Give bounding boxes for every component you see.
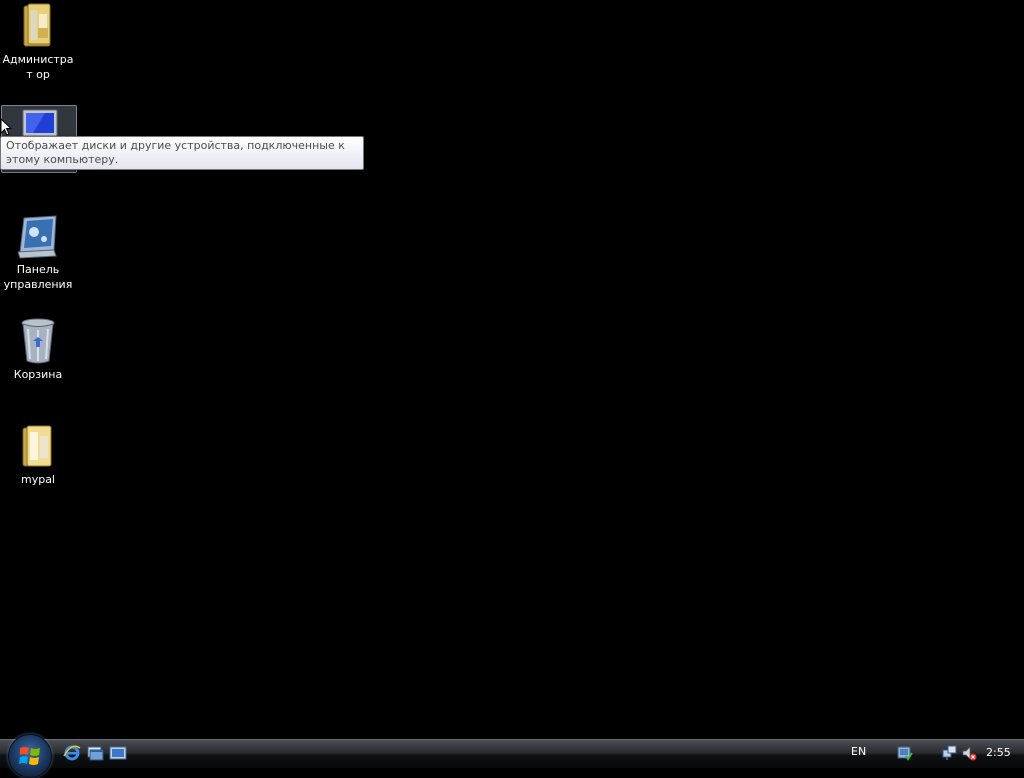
desktop-icon-label: Панель управления [3,263,73,291]
show-desktop-icon[interactable] [109,744,127,762]
start-button[interactable] [8,734,52,778]
user-folder-icon [23,3,51,47]
internet-explorer-icon[interactable] [63,744,81,762]
language-indicator[interactable]: EN [851,745,866,758]
tooltip: Отображает диски и другие устройства, по… [0,136,364,170]
folder-icon [22,425,52,467]
windows-logo-icon [19,747,40,765]
network-icon[interactable] [942,745,958,761]
taskbar: EN 2:55 [0,734,1024,778]
desktop-icon-label: Корзина [13,368,63,381]
volume-muted-icon[interactable] [961,745,977,761]
desktop-icon-recycle-bin[interactable]: Корзина [0,315,76,390]
recycle-bin-icon [21,318,55,364]
desktop-icon-label: Администрат ор [2,53,74,81]
control-panel-icon [17,215,57,259]
desktop-icon-mypal[interactable]: mypal [0,420,76,495]
clock[interactable]: 2:55 [986,746,1011,759]
mouse-cursor-icon [0,118,12,136]
desktop[interactable]: Администрат ор Панель управления Корзина [0,0,1024,739]
security-center-icon[interactable] [897,745,913,761]
desktop-icon-control-panel[interactable]: Панель управления [0,210,76,300]
desktop-icon-administrator[interactable]: Администрат ор [0,0,76,90]
desktop-icon-label: mypal [20,473,55,486]
switch-windows-icon[interactable] [86,744,104,762]
